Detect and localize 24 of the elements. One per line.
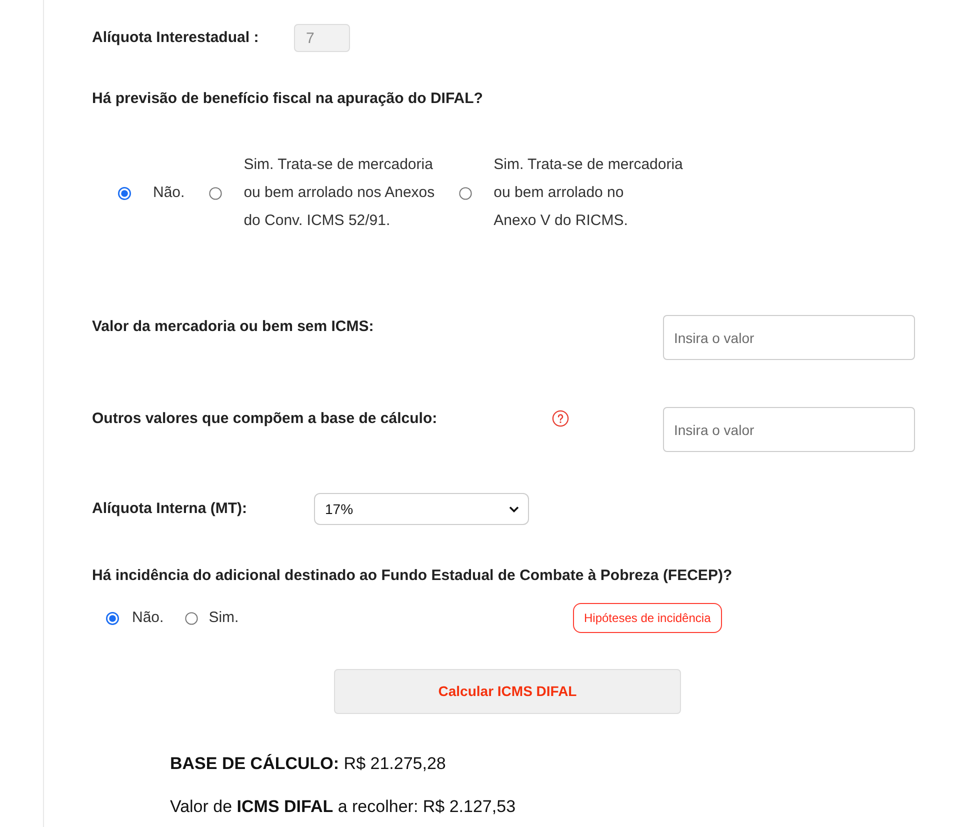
option-label[interactable]: Sim. Trata-se de mercadoria ou bem arrolado nos Anexos do Conv. ICMS 52/91. [244,151,435,235]
radio-button[interactable] [208,186,222,200]
field-label: Alíquota Interestadual : [92,28,260,48]
help-icon[interactable] [552,410,569,427]
option-label[interactable]: Sim. Trata-se de mercadoria ou bem arrolado no Anexo V do RICMS. [494,151,683,235]
result-text: BASE DE CÁLCULO: R$ 21.275,28 [170,753,447,775]
radio-button[interactable] [106,612,119,624]
rate-select[interactable]: 17% [314,493,529,525]
field-label: Valor da mercadoria ou bem sem ICMS: [92,317,375,337]
result-text: Valor de ICMS DIFAL a recolher: R$ 2.127,53 [170,796,517,818]
value-input[interactable]: Insira o valor [663,407,915,452]
value-input[interactable]: Insira o valor [663,315,915,360]
radio-button[interactable] [184,612,198,624]
option-label[interactable]: Sim. [208,608,239,628]
question-label: Há incidência do adicional destinado ao Fundo Estadual de Combate à Pobreza (FECEP)? [92,566,734,586]
field-label: Outros valores que compõem a base de cálculo: [92,409,438,429]
question-label: Há previsão de benefício fiscal na apuração do DIFAL? [92,89,484,109]
radio-button[interactable] [458,186,472,200]
chevron-down-icon [509,506,519,512]
option-label[interactable]: Não. [132,608,164,628]
info-button[interactable]: Hipóteses de incidência [573,603,722,633]
field-label: Alíquota Interna (MT): [92,499,248,519]
radio-button[interactable] [118,186,131,200]
option-label[interactable]: Não. [153,179,185,207]
